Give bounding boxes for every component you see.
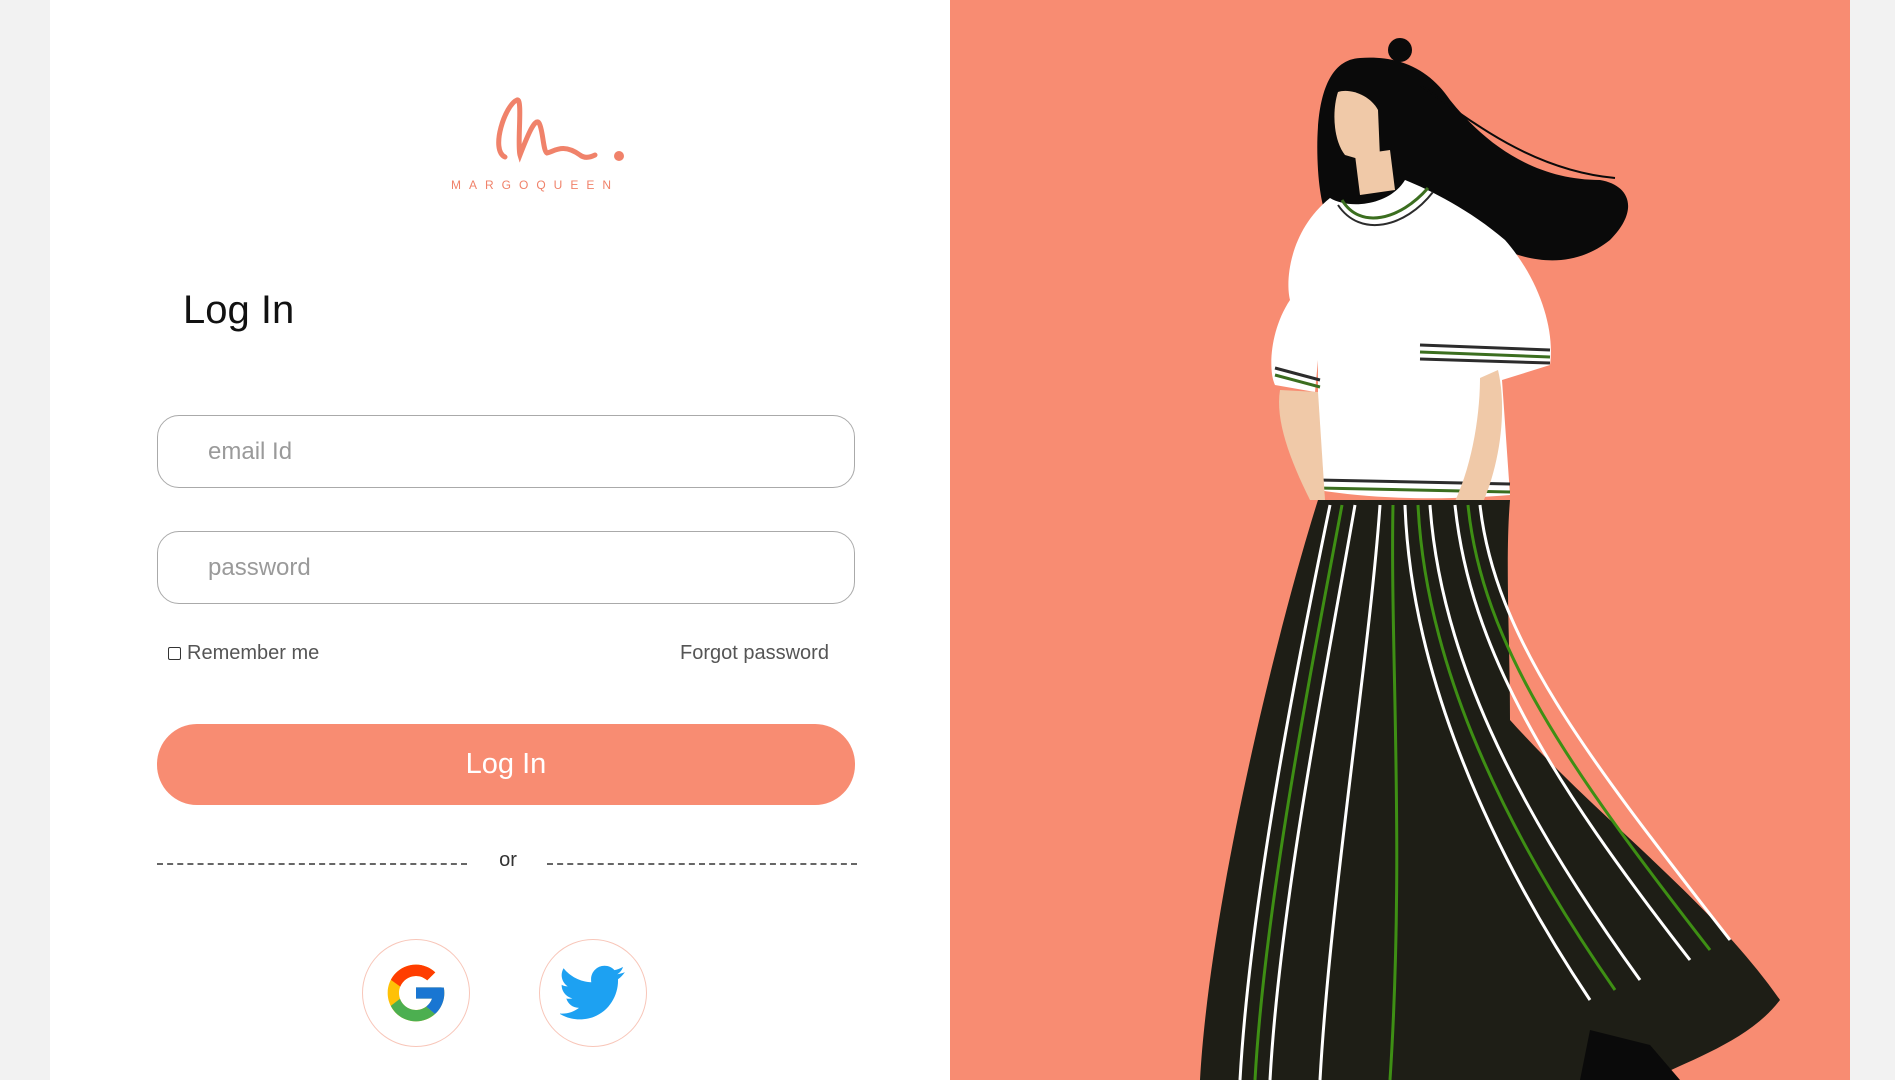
page-title: Log In bbox=[183, 288, 295, 332]
twitter-icon bbox=[560, 965, 625, 1020]
twitter-login-button[interactable] bbox=[539, 939, 647, 1047]
woman-illustration bbox=[1200, 38, 1780, 1080]
remember-label: Remember me bbox=[187, 642, 320, 664]
illustration-panel bbox=[950, 0, 1850, 1080]
brand-logo: MARGOQUEEN bbox=[435, 85, 635, 205]
password-field[interactable] bbox=[157, 531, 855, 604]
email-field[interactable] bbox=[157, 415, 855, 488]
login-panel: MARGOQUEEN Log In Remember me Forgot pas… bbox=[50, 0, 950, 1080]
login-button[interactable]: Log In bbox=[157, 724, 855, 805]
google-login-button[interactable] bbox=[362, 939, 470, 1047]
logo-mark-icon bbox=[496, 97, 624, 163]
google-icon bbox=[387, 964, 445, 1022]
remember-checkbox[interactable] bbox=[168, 647, 181, 660]
divider-text: or bbox=[499, 849, 517, 871]
forgot-password-link[interactable]: Forgot password bbox=[680, 642, 829, 665]
divider-left bbox=[157, 863, 467, 865]
remember-me[interactable]: Remember me bbox=[168, 642, 319, 665]
brand-name: MARGOQUEEN bbox=[450, 178, 619, 192]
divider-right bbox=[547, 863, 857, 865]
